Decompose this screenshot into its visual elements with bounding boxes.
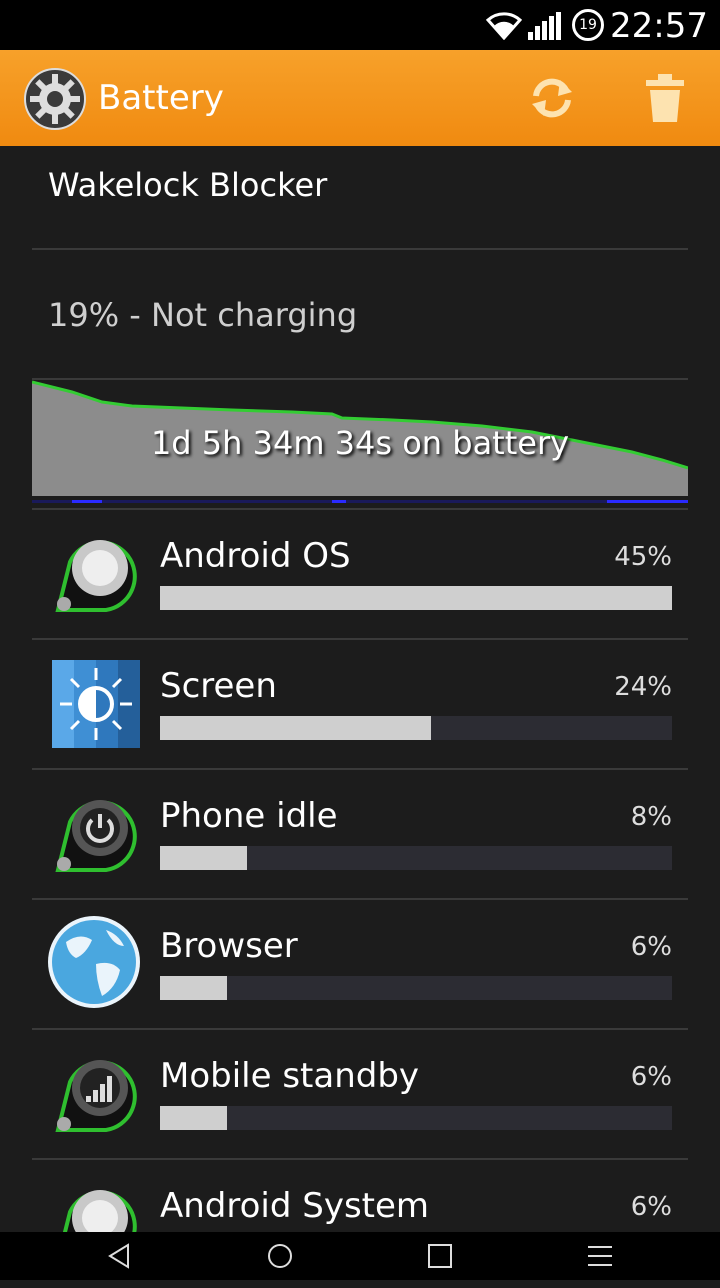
- notification-badge: 19: [572, 9, 604, 41]
- usage-percent: 24%: [614, 672, 672, 702]
- settings-gear-icon[interactable]: [24, 68, 86, 130]
- usage-row-phone-idle[interactable]: Phone idle 8%: [32, 770, 688, 898]
- usage-name: Browser: [160, 926, 298, 966]
- navigation-bar: [0, 1232, 720, 1280]
- usage-row-screen[interactable]: Screen 24%: [32, 640, 688, 768]
- usage-bar-fill: [160, 716, 432, 740]
- usage-row-mobile-standby[interactable]: Mobile standby 6%: [32, 1030, 688, 1158]
- refresh-icon[interactable]: [526, 72, 578, 124]
- usage-percent: 45%: [614, 542, 672, 572]
- usage-row-browser[interactable]: Browser 6%: [32, 900, 688, 1028]
- usage-bar-fill: [160, 846, 248, 870]
- power-icon: [55, 800, 137, 872]
- usage-bar: [160, 846, 672, 870]
- usage-name: Phone idle: [160, 796, 338, 836]
- app-bar: Battery: [0, 50, 720, 146]
- globe-icon: [48, 916, 140, 1008]
- usage-row-android-os[interactable]: Android OS 45%: [32, 510, 688, 638]
- wifi-icon: [486, 12, 522, 40]
- page-title: Battery: [98, 78, 224, 118]
- usage-name: Mobile standby: [160, 1056, 420, 1096]
- android-os-icon: [55, 540, 137, 612]
- usage-bar: [160, 586, 672, 610]
- usage-name: Android System: [160, 1186, 430, 1226]
- cell-signal-icon: [528, 12, 561, 40]
- menu-icon[interactable]: [586, 1242, 614, 1270]
- back-icon[interactable]: [106, 1242, 132, 1270]
- usage-bar: [160, 976, 672, 1000]
- clock: 22:57: [610, 6, 708, 46]
- home-icon[interactable]: [266, 1242, 294, 1270]
- signal-icon: [55, 1060, 137, 1132]
- graph-label: 1d 5h 34m 34s on battery: [150, 424, 570, 462]
- divider: [32, 248, 688, 250]
- status-bar: 19 22:57: [0, 0, 720, 50]
- usage-bar: [160, 716, 672, 740]
- usage-name: Screen: [160, 666, 277, 706]
- usage-percent: 8%: [630, 802, 672, 832]
- usage-bar-fill: [160, 586, 672, 610]
- usage-name: Android OS: [160, 536, 351, 576]
- wakelock-blocker-item[interactable]: Wakelock Blocker: [48, 166, 327, 204]
- usage-percent: 6%: [630, 1062, 672, 1092]
- trash-icon[interactable]: [644, 72, 686, 124]
- usage-percent: 6%: [630, 932, 672, 962]
- recents-icon[interactable]: [426, 1242, 454, 1270]
- battery-status-text: 19% - Not charging: [48, 296, 358, 334]
- screen-brightness-icon: [52, 660, 140, 748]
- usage-bar-fill: [160, 1106, 227, 1130]
- usage-percent: 6%: [630, 1192, 672, 1222]
- usage-bar: [160, 1106, 672, 1130]
- usage-bar-fill: [160, 976, 227, 1000]
